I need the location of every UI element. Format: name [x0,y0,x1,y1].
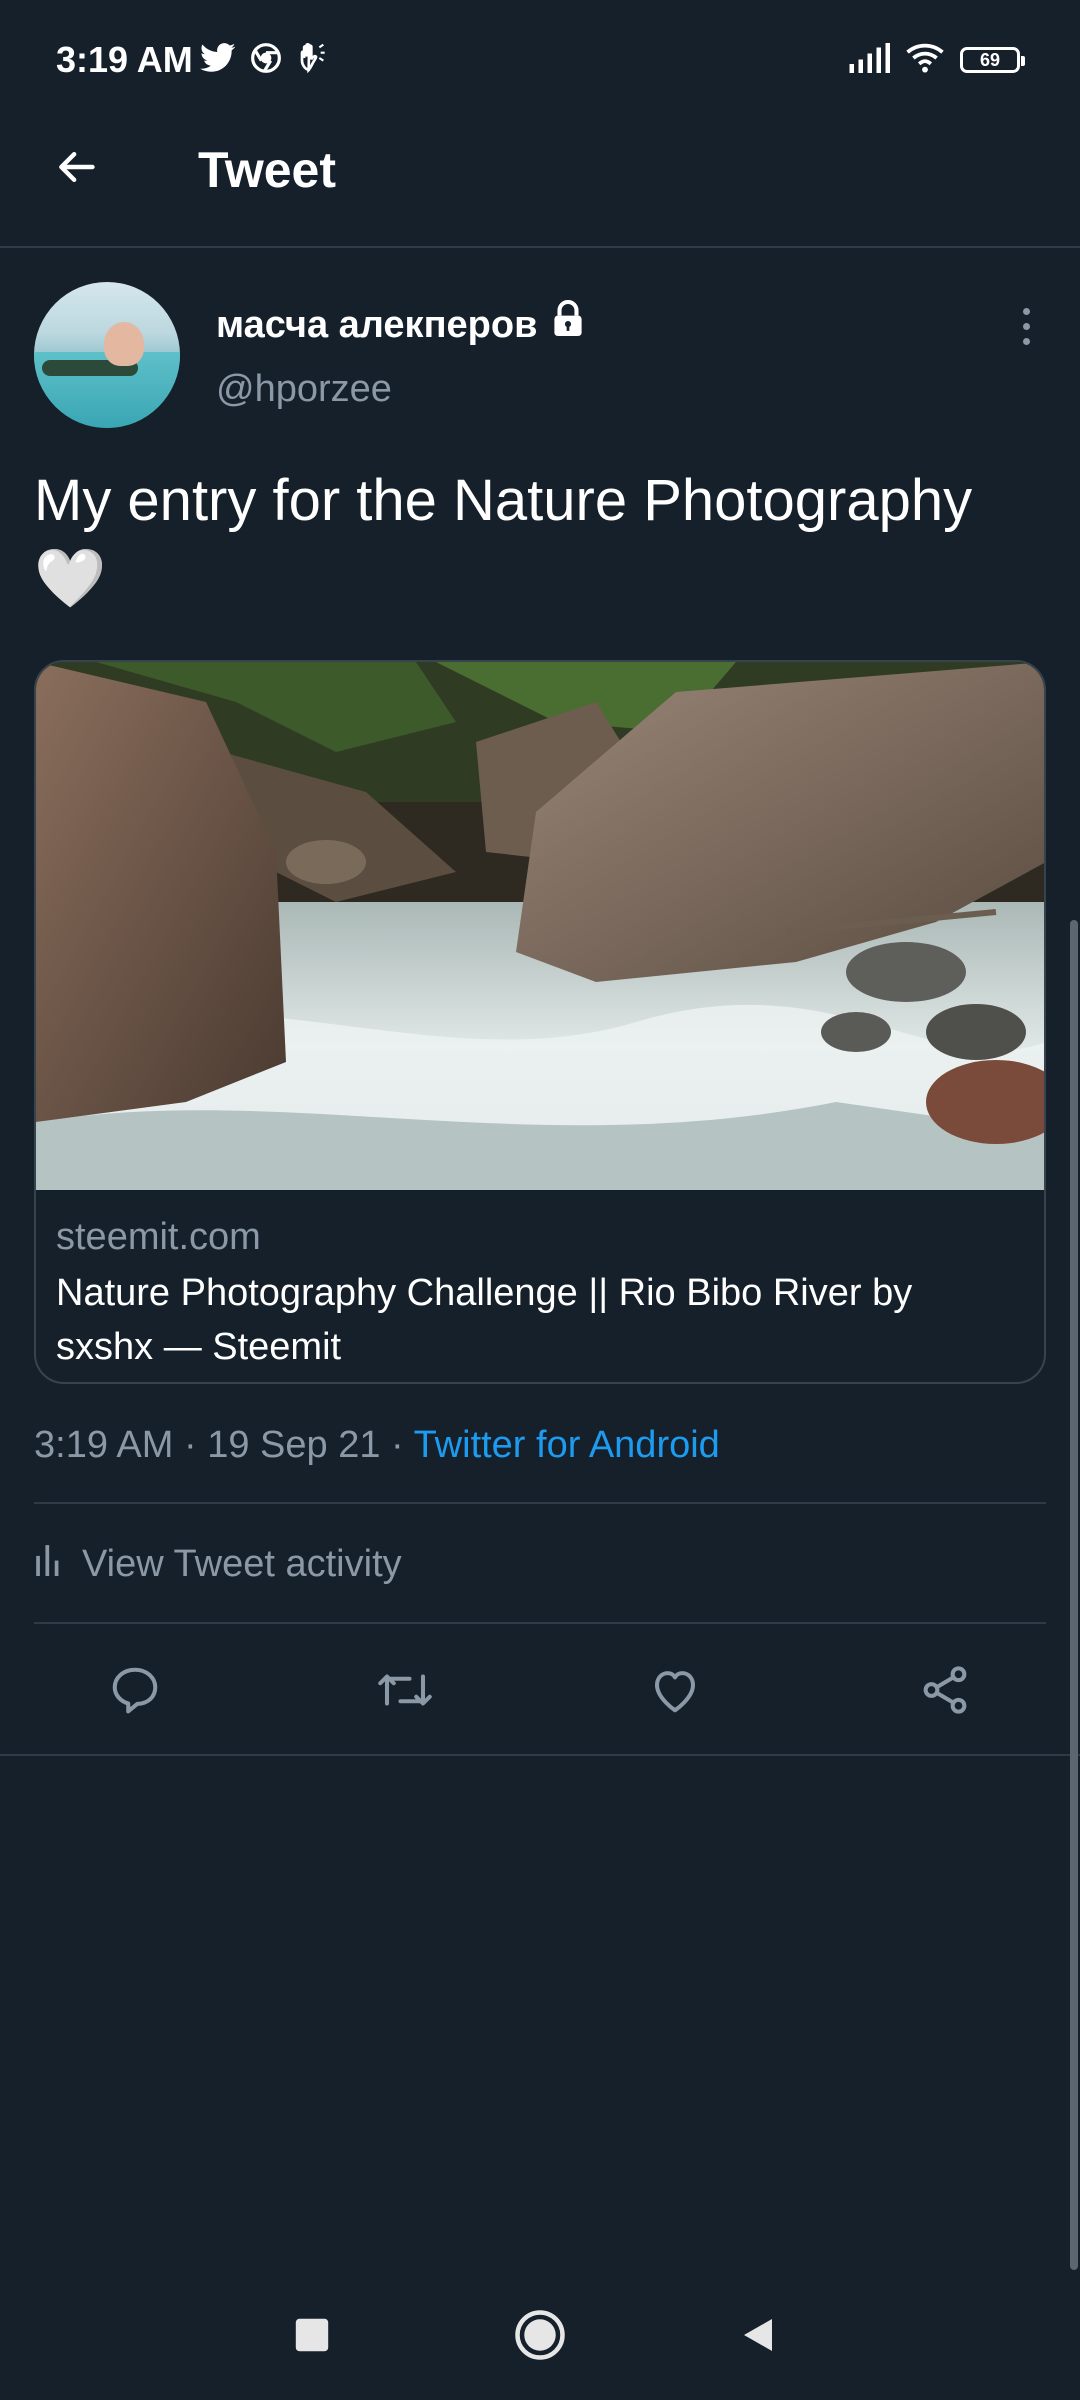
circle-icon [515,2310,565,2360]
meta-separator: · [183,1424,197,1466]
hand-icon [296,42,332,79]
reply-icon [112,1667,158,1714]
retweet-icon [378,1674,432,1706]
link-preview-card[interactable]: steemit.com Nature Photography Challenge… [34,660,1046,1384]
tweet-meta: 3:19 AM · 19 Sep 21 · Twitter for Androi… [34,1420,720,1470]
signal-icon [848,42,890,78]
scrollbar[interactable] [1070,920,1078,2270]
status-system-icons: 69 [848,40,1025,80]
meta-separator: · [391,1424,404,1466]
tweet-body: My entry for the Nature Photography [34,468,973,533]
like-icon [654,1671,696,1713]
like-button[interactable] [635,1650,715,1730]
lock-icon [551,300,585,349]
chrome-icon [250,42,282,79]
activity-label: View Tweet activity [82,1542,402,1585]
reply-button[interactable] [95,1650,175,1730]
recents-button[interactable] [272,2295,352,2375]
tweet-actions [0,1650,1080,1730]
battery-icon: 69 [960,47,1025,73]
actions-divider [0,1754,1080,1756]
header-divider [0,246,1080,248]
arrow-left-icon [59,151,95,183]
square-icon [295,2318,329,2352]
author-handle[interactable]: @hporzee [216,366,392,412]
bar-chart-icon [34,1542,60,1586]
view-tweet-activity-button[interactable]: View Tweet activity [34,1538,402,1590]
status-notification-icons [200,40,332,80]
more-options-button[interactable] [1006,298,1046,354]
tweet-source-link[interactable]: Twitter for Android [414,1424,720,1466]
tweet-text: My entry for the Nature Photography 🤍 [34,462,1044,618]
page-title: Tweet [198,142,336,198]
system-navigation-bar [0,2270,1080,2400]
author-name-row[interactable]: масча алекперов [216,300,585,349]
more-icon [1022,307,1030,315]
share-button[interactable] [905,1650,985,1730]
meta-divider [34,1502,1046,1504]
card-image [36,662,1044,1190]
back-nav-button[interactable] [718,2295,798,2375]
status-time: 3:19 AM [56,39,193,80]
wifi-icon [904,42,946,79]
card-domain: steemit.com [56,1216,261,1258]
activity-divider [34,1622,1046,1624]
avatar[interactable] [34,282,180,428]
white-heart-emoji: 🤍 [34,546,107,611]
tweet-time: 3:19 AM [34,1424,174,1466]
author-name: масча алекперов [216,303,538,346]
share-icon [923,1666,967,1714]
triangle-back-icon [744,2319,772,2351]
tweet-date: 19 Sep 21 [207,1424,381,1466]
back-button[interactable] [44,135,108,199]
retweet-button[interactable] [365,1650,445,1730]
twitter-icon [200,42,236,78]
home-button[interactable] [500,2295,580,2375]
card-title: Nature Photography Challenge || Rio Bibo… [56,1272,913,1368]
